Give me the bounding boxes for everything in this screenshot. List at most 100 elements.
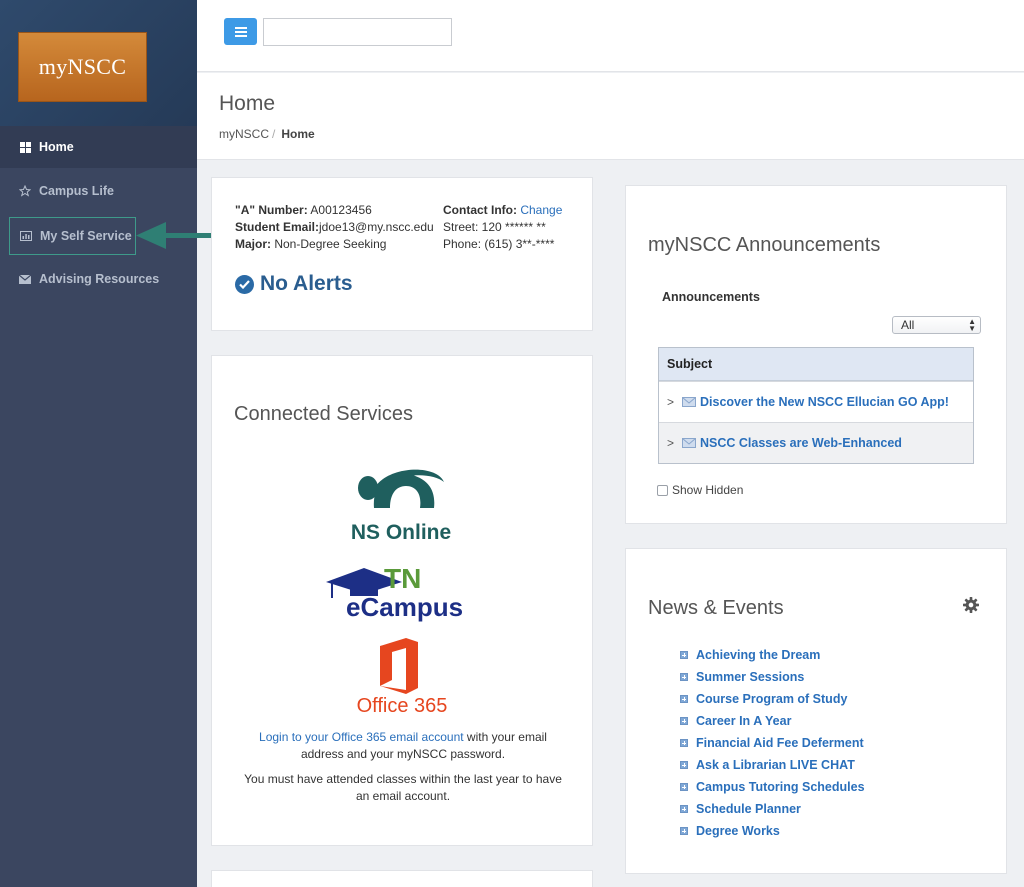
tn-text: TN	[384, 563, 421, 594]
news-item-career-in-a-year[interactable]: Career In A Year	[680, 710, 865, 732]
menu-toggle-button[interactable]	[224, 18, 257, 45]
connected-services-title: Connected Services	[234, 403, 413, 425]
office-icon	[380, 638, 418, 694]
breadcrumb-current: Home	[281, 127, 315, 141]
profile-info: "A" Number: A00123456 Student Email:jdoe…	[235, 202, 434, 253]
sidebar-item-advising-resources[interactable]: Advising Resources	[0, 258, 197, 300]
page-title: Home	[219, 92, 276, 115]
gear-icon[interactable]	[963, 597, 979, 613]
sidebar-item-my-self-service[interactable]: My Self Service	[9, 217, 136, 255]
news-item-campus-tutoring[interactable]: Campus Tutoring Schedules	[680, 776, 865, 798]
show-hidden-checkbox[interactable]	[657, 484, 668, 496]
announcements-card: myNSCC Announcements Announcements All ▲…	[625, 185, 1007, 524]
news-item-label[interactable]: Career In A Year	[696, 714, 791, 728]
sidebar-item-label: Advising Resources	[39, 272, 160, 286]
breadcrumb-separator: /	[272, 127, 276, 141]
sidebar-item-home[interactable]: Home	[0, 126, 197, 168]
chevron-right-icon[interactable]: >	[667, 436, 674, 450]
news-events-title: News & Events	[648, 597, 784, 619]
select-arrows-icon: ▲ ▼	[968, 317, 976, 333]
envelope-icon	[18, 272, 32, 286]
plus-icon	[680, 805, 688, 813]
news-item-label[interactable]: Degree Works	[696, 824, 780, 838]
envelope-icon	[682, 438, 697, 448]
office-login-link[interactable]: Login to your Office 365 email account	[259, 730, 464, 744]
a-number-label: "A" Number:	[235, 203, 308, 217]
topbar	[197, 0, 1024, 72]
street-value: Street: 120 ****** **	[443, 220, 546, 234]
grid-icon	[18, 140, 32, 154]
ns-online-logo[interactable]: NS Online	[336, 464, 466, 544]
news-item-course-program[interactable]: Course Program of Study	[680, 688, 865, 710]
announcement-row[interactable]: > Discover the New NSCC Ellucian GO App!	[659, 381, 973, 422]
breadcrumb-root-link[interactable]: myNSCC	[219, 127, 269, 141]
news-item-achieving-the-dream[interactable]: Achieving the Dream	[680, 644, 865, 666]
ns-online-mark-icon	[358, 469, 444, 508]
major-label: Major:	[235, 237, 271, 251]
news-list: Achieving the Dream Summer Sessions Cour…	[680, 644, 865, 842]
plus-icon	[680, 651, 688, 659]
news-item-label[interactable]: Schedule Planner	[696, 802, 801, 816]
bottom-card	[211, 870, 593, 887]
sidebar-item-campus-life[interactable]: Campus Life	[0, 170, 197, 212]
news-item-label[interactable]: Ask a Librarian LIVE CHAT	[696, 758, 855, 772]
brand-area: myNSCC	[0, 0, 197, 126]
announcements-label: Announcements	[662, 290, 760, 304]
news-item-summer-sessions[interactable]: Summer Sessions	[680, 666, 865, 688]
news-item-label[interactable]: Campus Tutoring Schedules	[696, 780, 865, 794]
news-item-financial-aid[interactable]: Financial Aid Fee Deferment	[680, 732, 865, 754]
show-hidden-label: Show Hidden	[672, 483, 744, 497]
announcement-row[interactable]: > NSCC Classes are Web-Enhanced	[659, 422, 973, 463]
a-number-value: A00123456	[310, 203, 372, 217]
plus-icon	[680, 783, 688, 791]
plus-icon	[680, 827, 688, 835]
search-input[interactable]	[263, 18, 452, 46]
contact-info: Contact Info: Change Street: 120 ****** …	[443, 202, 562, 253]
contact-label: Contact Info:	[443, 203, 517, 217]
announcements-table: Subject > Discover the New NSCC Ellucian…	[658, 347, 974, 464]
news-item-label[interactable]: Achieving the Dream	[696, 648, 820, 662]
mynscc-logo[interactable]: myNSCC	[18, 32, 147, 102]
show-hidden-option[interactable]: Show Hidden	[657, 483, 743, 497]
filter-selected-value: All	[901, 318, 915, 332]
subject-column-header[interactable]: Subject	[659, 348, 973, 381]
phone-value: Phone: (615) 3**-****	[443, 237, 555, 251]
connected-services-card: Connected Services NS Online TN eCampus …	[211, 355, 593, 846]
office-login-text: Login to your Office 365 email account w…	[242, 729, 564, 763]
news-item-label[interactable]: Summer Sessions	[696, 670, 804, 684]
logo-text: myNSCC	[38, 54, 127, 79]
bar-chart-icon	[19, 229, 33, 243]
plus-icon	[680, 761, 688, 769]
news-item-degree-works[interactable]: Degree Works	[680, 820, 865, 842]
news-item-schedule-planner[interactable]: Schedule Planner	[680, 798, 865, 820]
announcements-title: myNSCC Announcements	[648, 234, 881, 256]
announcements-filter-select[interactable]: All ▲ ▼	[892, 316, 981, 334]
star-icon	[18, 184, 32, 198]
office-365-logo[interactable]: Office 365	[352, 636, 452, 716]
news-item-label[interactable]: Course Program of Study	[696, 692, 847, 706]
news-item-ask-a-librarian[interactable]: Ask a Librarian LIVE CHAT	[680, 754, 865, 776]
plus-icon	[680, 695, 688, 703]
announcement-subject[interactable]: Discover the New NSCC Ellucian GO App!	[700, 395, 949, 409]
news-item-label[interactable]: Financial Aid Fee Deferment	[696, 736, 864, 750]
page-header: Home myNSCC / Home	[197, 73, 1024, 160]
announcement-subject[interactable]: NSCC Classes are Web-Enhanced	[700, 436, 902, 450]
hamburger-icon	[234, 26, 247, 37]
sidebar: myNSCC Home Campus Life My Self Service …	[0, 0, 197, 887]
plus-icon	[680, 673, 688, 681]
office-365-text: Office 365	[357, 695, 448, 716]
profile-card: "A" Number: A00123456 Student Email:jdoe…	[211, 177, 593, 331]
ns-online-text: NS Online	[351, 521, 451, 544]
tn-ecampus-logo[interactable]: TN eCampus	[324, 560, 484, 622]
email-label: Student Email:	[235, 220, 320, 234]
envelope-icon	[682, 397, 697, 407]
alerts-status: No Alerts	[235, 272, 353, 296]
sidebar-item-label: My Self Service	[40, 229, 132, 243]
contact-change-link[interactable]: Change	[520, 203, 562, 217]
chevron-right-icon[interactable]: >	[667, 395, 674, 409]
news-events-card: News & Events Achieving the Dream Summer…	[625, 548, 1007, 874]
email-requirement-note: You must have attended classes within th…	[244, 772, 562, 803]
alerts-text: No Alerts	[260, 272, 353, 295]
breadcrumb: myNSCC / Home	[219, 127, 315, 141]
plus-icon	[680, 739, 688, 747]
